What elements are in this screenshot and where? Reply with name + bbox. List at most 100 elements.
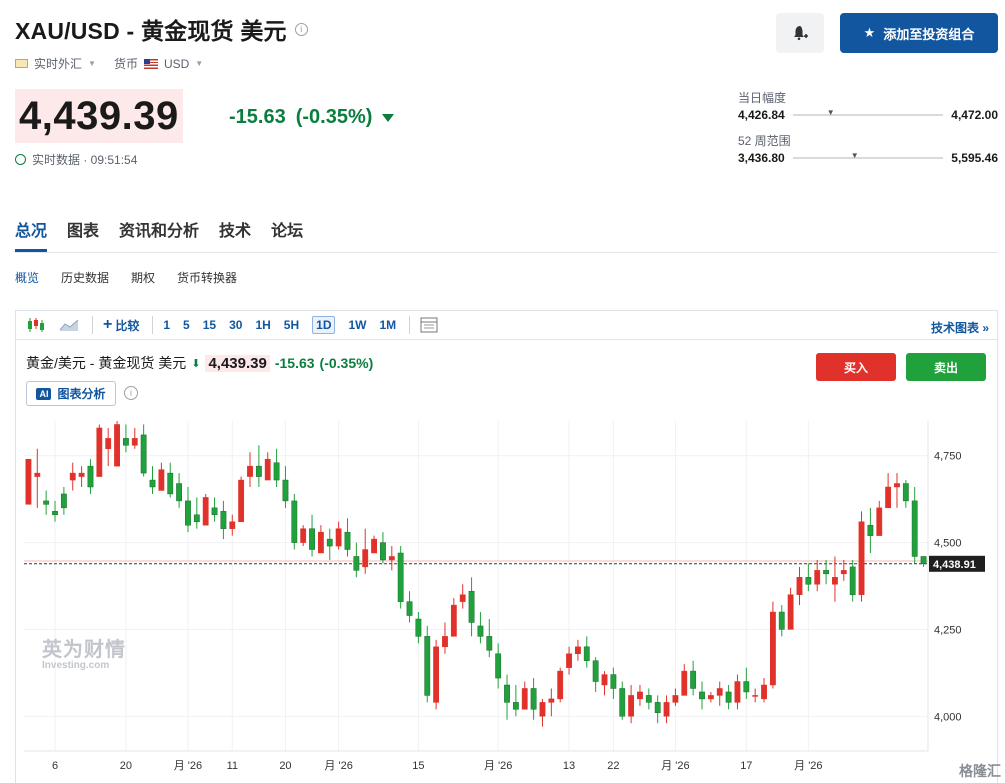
candle-body: [380, 542, 386, 561]
timeframe-5[interactable]: 5: [183, 318, 190, 332]
candle-body: [690, 670, 697, 689]
layout-icon[interactable]: [420, 317, 438, 333]
price-box: 4,439.39: [15, 89, 183, 143]
tab-overview[interactable]: 总况: [15, 217, 47, 241]
candle-body: [238, 479, 245, 522]
candle-body: [743, 681, 750, 693]
candle-body: [681, 670, 688, 696]
subtab-history[interactable]: 历史数据: [61, 269, 109, 286]
last-price: 4,439.39: [19, 94, 179, 138]
market-type[interactable]: 实时外汇: [34, 55, 82, 72]
candle-body: [530, 688, 537, 710]
candle-body: [78, 472, 85, 477]
tab-technical[interactable]: 技术: [219, 217, 251, 241]
candle-body: [300, 528, 307, 543]
timeframe-1w[interactable]: 1W: [348, 318, 366, 332]
candle-body: [326, 538, 333, 547]
timeframe-5h[interactable]: 5H: [284, 318, 299, 332]
quote-header: XAU/USD - 黄金现货 美元 i 实时外汇 ▼ 货币 USD ▼ ★ 添加…: [15, 12, 998, 71]
tab-chart[interactable]: 图表: [67, 217, 99, 241]
down-arrow-icon: ⬇: [191, 357, 201, 370]
candle-body: [867, 524, 874, 536]
chart-change: -15.63: [274, 355, 315, 371]
chevron-down-icon[interactable]: ▼: [195, 59, 203, 68]
candle-body: [672, 695, 679, 703]
candle-body: [512, 702, 519, 710]
area-chart-icon[interactable]: [59, 318, 79, 332]
chart-last-price: 4,439.39: [205, 354, 270, 372]
timeframe-1h[interactable]: 1H: [255, 318, 270, 332]
candle-body: [317, 531, 324, 554]
candle-body: [521, 688, 528, 710]
candlestick-icon[interactable]: [26, 317, 46, 333]
candle-body: [220, 511, 227, 529]
candle-body: [459, 594, 466, 602]
info-icon[interactable]: i: [124, 386, 138, 400]
timeframe-1[interactable]: 1: [163, 318, 170, 332]
x-tick-label: 20: [120, 760, 132, 772]
price-alert-button[interactable]: [776, 13, 824, 53]
down-triangle-icon: [382, 113, 395, 122]
us-flag-icon: [143, 58, 158, 69]
compare-button[interactable]: + 比较: [103, 316, 139, 334]
toolbar-divider: [152, 316, 154, 334]
candle-body: [362, 549, 369, 568]
candle-body: [282, 479, 289, 502]
timeframe-1m[interactable]: 1M: [379, 318, 396, 332]
x-tick-label: 15: [412, 760, 424, 772]
day-range: 4,426.84 ▼ 4,472.00: [738, 108, 998, 122]
candle-body: [450, 604, 457, 637]
x-tick-label: 22: [607, 760, 619, 772]
y-tick-label: 4,500: [934, 538, 962, 550]
candle-body: [291, 500, 298, 543]
tab-divider: [15, 252, 998, 253]
candle-body: [548, 698, 555, 703]
candle-body: [814, 570, 821, 585]
currency-label: 货币: [113, 57, 138, 71]
technical-chart-link[interactable]: 技术图表 »: [931, 319, 989, 336]
candlestick-chart[interactable]: 4,000 4,250 4,500 4,750 6 20 月 '26 11 20 月 '26 15 月…: [16, 421, 997, 783]
x-tick-label: 17: [740, 760, 752, 772]
tab-forum[interactable]: 论坛: [271, 217, 303, 241]
candle-body: [539, 702, 546, 717]
sell-button[interactable]: 卖出: [906, 353, 986, 381]
subtab-overview[interactable]: 概览: [15, 269, 39, 286]
ai-chart-analysis-button[interactable]: AI 图表分析: [26, 381, 116, 406]
bell-plus-icon: [794, 26, 808, 41]
info-icon[interactable]: i: [294, 22, 308, 36]
timeframe-1d[interactable]: 1D: [312, 316, 336, 334]
subtab-converter[interactable]: 货币转换器: [177, 269, 237, 286]
week52-range: 3,436.80 ▼ 5,595.46: [738, 151, 998, 165]
candle-body: [849, 566, 856, 595]
add-to-portfolio-button[interactable]: ★ 添加至投资组合: [840, 13, 998, 53]
plus-icon: +: [103, 316, 113, 333]
candle-body: [149, 479, 156, 488]
buy-button[interactable]: 买入: [816, 353, 896, 381]
candle-body: [211, 507, 218, 516]
ai-icon: AI: [36, 387, 52, 400]
chart-toolbar: + 比较 1 5 15 30 1H 5H 1D 1W 1M 技术图表 »: [16, 311, 997, 340]
candle-body: [557, 670, 564, 700]
candle-body: [176, 483, 183, 502]
chevron-down-icon[interactable]: ▼: [88, 59, 96, 68]
candle-body: [34, 472, 41, 477]
timeframe-30[interactable]: 30: [229, 318, 242, 332]
candle-body: [823, 570, 829, 575]
subtab-options[interactable]: 期权: [131, 269, 155, 286]
toolbar-divider: [409, 316, 411, 334]
candle-body: [264, 458, 271, 481]
tab-news-analysis[interactable]: 资讯和分析: [119, 217, 199, 241]
candle-body: [96, 427, 103, 477]
candle-body: [894, 483, 900, 488]
x-tick-label: 月 '26: [794, 760, 822, 772]
currency-value[interactable]: USD: [164, 57, 189, 71]
price-ranges: 当日幅度 4,426.84 ▼ 4,472.00 52 周范围 3,436.80…: [738, 89, 998, 175]
candle-body: [769, 611, 776, 686]
candle-body: [699, 691, 705, 700]
timeframe-15[interactable]: 15: [203, 318, 216, 332]
x-tick-label: 月 '26: [174, 760, 202, 772]
candle-body: [761, 684, 767, 700]
candle-body: [734, 681, 741, 703]
y-tick-label: 4,000: [934, 711, 962, 723]
last-price-tag-label: 4,438.91: [933, 559, 976, 571]
